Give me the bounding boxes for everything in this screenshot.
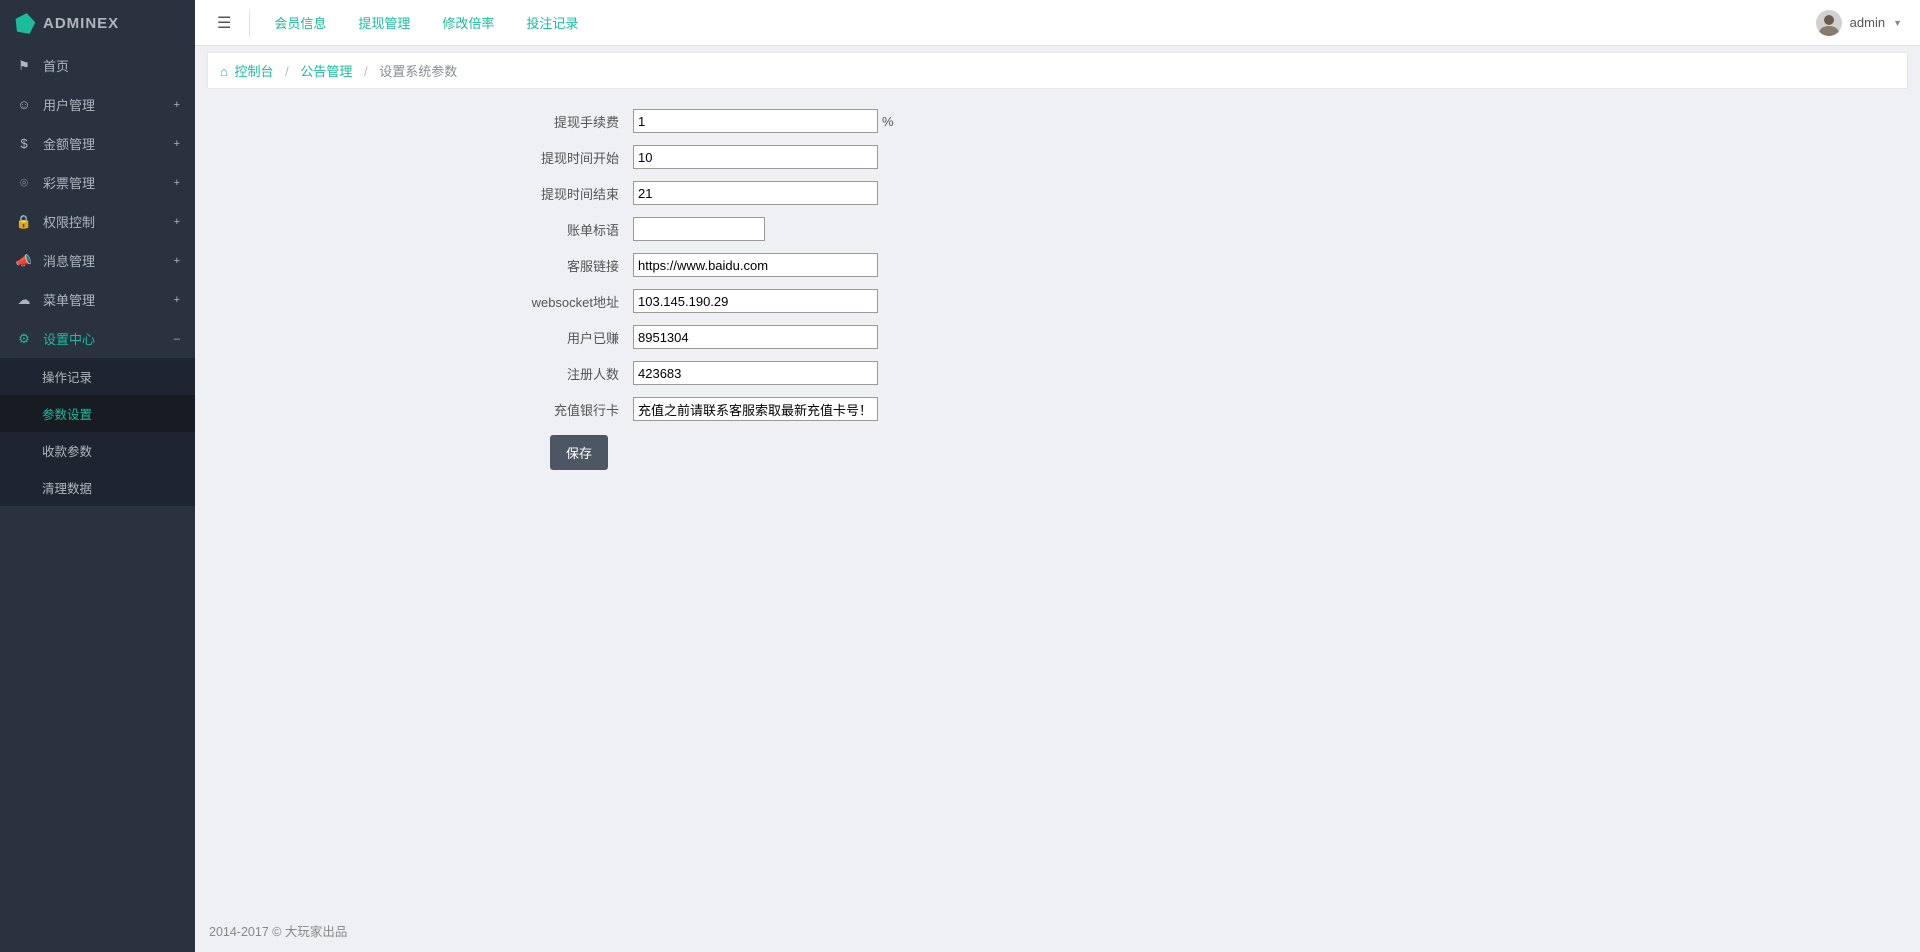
input-user-earned[interactable]	[633, 325, 878, 349]
caret-down-icon: ▼	[1893, 18, 1902, 28]
input-register-count[interactable]	[633, 361, 878, 385]
breadcrumb-sep: /	[356, 64, 376, 79]
plus-icon: +	[174, 99, 180, 111]
user-name: admin	[1850, 15, 1885, 30]
lock-icon: 🔒	[15, 214, 33, 230]
dollar-icon: $	[15, 136, 33, 151]
input-withdraw-start[interactable]	[633, 145, 878, 169]
sidebar-item-label: 彩票管理	[43, 173, 95, 192]
brand-logo-area[interactable]: ADMINEX	[0, 0, 195, 46]
brand-text: ADMINEX	[43, 15, 119, 32]
plus-icon: +	[174, 255, 180, 267]
input-service-link[interactable]	[633, 253, 878, 277]
breadcrumb: ⌂ 控制台 / 公告管理 / 设置系统参数	[207, 52, 1908, 89]
label-user-earned: 用户已赚	[219, 328, 633, 347]
sidebar-item-settings[interactable]: ⚙ 设置中心 –	[0, 319, 195, 358]
sidebar-item-menu-mgmt[interactable]: ☁ 菜单管理 +	[0, 280, 195, 319]
sidebar-item-message-mgmt[interactable]: 📣 消息管理 +	[0, 241, 195, 280]
sidebar-item-label: 消息管理	[43, 251, 95, 270]
topnav-member-info[interactable]: 会员信息	[258, 13, 342, 32]
breadcrumb-mid[interactable]: 公告管理	[300, 64, 352, 79]
cloud-icon: ☁	[15, 292, 33, 308]
sidebar-item-home[interactable]: ⚑ 首页	[0, 46, 195, 85]
sidebar-item-label: 用户管理	[43, 95, 95, 114]
label-withdraw-end: 提现时间结束	[219, 184, 633, 203]
sidebar-item-label: 设置中心	[43, 329, 95, 348]
user-icon: ☺	[15, 97, 33, 112]
sidebar-item-label: 菜单管理	[43, 290, 95, 309]
sidebar-item-label: 首页	[43, 56, 69, 75]
input-bill-slogan[interactable]	[633, 217, 765, 241]
sidebar-item-label: 权限控制	[43, 212, 95, 231]
label-register-count: 注册人数	[219, 364, 633, 383]
sidebar-item-permission[interactable]: 🔒 权限控制 +	[0, 202, 195, 241]
label-withdraw-fee: 提现手续费	[219, 112, 633, 131]
submenu-payment-params[interactable]: 收款参数	[0, 432, 195, 469]
topnav-bet-record[interactable]: 投注记录	[510, 13, 594, 32]
label-recharge-bank: 充值银行卡	[219, 400, 633, 419]
avatar-icon	[1816, 10, 1842, 36]
label-bill-slogan: 账单标语	[219, 220, 633, 239]
label-withdraw-start: 提现时间开始	[219, 148, 633, 167]
plus-icon: +	[174, 138, 180, 150]
breadcrumb-current: 设置系统参数	[379, 64, 457, 79]
home-icon: ⌂	[220, 64, 228, 79]
user-menu[interactable]: admin ▼	[1810, 10, 1908, 36]
megaphone-icon: 📣	[15, 253, 33, 269]
breadcrumb-home[interactable]: 控制台	[234, 64, 273, 79]
gear-icon: ⚙	[15, 331, 33, 347]
submenu-operation-log[interactable]: 操作记录	[0, 358, 195, 395]
plus-icon: +	[174, 294, 180, 306]
submenu-param-settings[interactable]: 参数设置	[0, 395, 195, 432]
input-websocket[interactable]	[633, 289, 878, 313]
divider	[249, 9, 250, 37]
sidebar-item-label: 金额管理	[43, 134, 95, 153]
sidebar-item-money-mgmt[interactable]: $ 金额管理 +	[0, 124, 195, 163]
sidebar-item-user-mgmt[interactable]: ☺ 用户管理 +	[0, 85, 195, 124]
suffix-percent: %	[882, 114, 894, 129]
input-recharge-bank[interactable]	[633, 397, 878, 421]
input-withdraw-fee[interactable]	[633, 109, 878, 133]
minus-icon: –	[174, 333, 180, 345]
plus-icon: +	[174, 216, 180, 228]
plus-icon: +	[174, 177, 180, 189]
footer-text: 2014-2017 © 大玩家出品	[195, 909, 1920, 952]
sidebar-item-lottery-mgmt[interactable]: ⌾ 彩票管理 +	[0, 163, 195, 202]
menu-toggle-icon[interactable]: ☰	[207, 13, 241, 33]
breadcrumb-sep: /	[277, 64, 297, 79]
input-withdraw-end[interactable]	[633, 181, 878, 205]
submenu-clear-data[interactable]: 清理数据	[0, 469, 195, 506]
topnav-modify-rate[interactable]: 修改倍率	[426, 13, 510, 32]
topnav-withdraw-mgmt[interactable]: 提现管理	[342, 13, 426, 32]
flag-icon: ⚑	[15, 58, 33, 74]
label-websocket: websocket地址	[219, 292, 633, 311]
magnet-icon: ⌾	[15, 175, 33, 191]
logo-icon	[13, 11, 36, 34]
label-service-link: 客服链接	[219, 256, 633, 275]
save-button[interactable]: 保存	[550, 435, 608, 470]
